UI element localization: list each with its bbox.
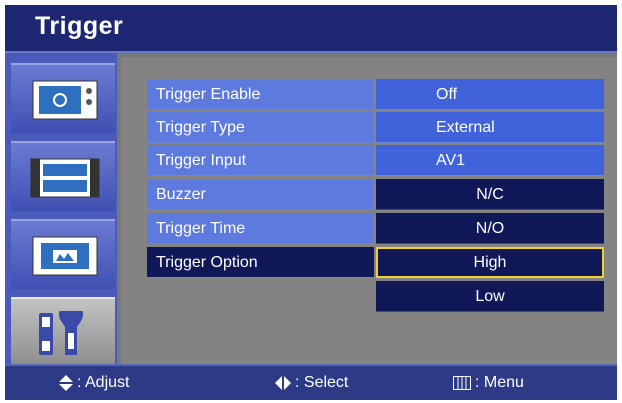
- hint-adjust-label: : Adjust: [77, 374, 130, 391]
- up-down-arrow-icon: [59, 374, 73, 391]
- menu-value[interactable]: AV1: [376, 145, 604, 176]
- hint-adjust: : Adjust: [59, 366, 129, 400]
- status-bar: : Adjust : Select : Menu: [5, 364, 617, 400]
- menu-key-icon: [453, 375, 471, 390]
- film-strip-icon: [30, 158, 100, 198]
- tools-icon: [39, 311, 83, 355]
- option-high[interactable]: High: [376, 247, 604, 278]
- sidebar: [5, 53, 117, 367]
- menu-value[interactable]: Off: [376, 79, 604, 110]
- title-bar: Trigger: [5, 5, 617, 53]
- menu-label: Trigger Enable: [147, 79, 374, 110]
- menu-row-trigger-time[interactable]: Trigger Time N/O: [147, 213, 604, 244]
- hint-menu: : Menu: [453, 366, 524, 400]
- sidebar-tab-display[interactable]: [11, 63, 115, 133]
- page-title: Trigger: [35, 12, 124, 40]
- menu-label: Trigger Input: [147, 145, 374, 176]
- menu-row-buzzer[interactable]: Buzzer N/C: [147, 179, 604, 210]
- menu-label: Trigger Type: [147, 112, 374, 143]
- sidebar-tab-picture[interactable]: [11, 219, 115, 289]
- sidebar-tab-tools[interactable]: [11, 297, 115, 367]
- menu-label-selected: Trigger Option: [147, 247, 374, 278]
- menu-row-trigger-type[interactable]: Trigger Type External: [147, 112, 604, 143]
- menu-label: Trigger Time: [147, 213, 374, 244]
- menu-row-trigger-option[interactable]: Trigger Option High: [147, 247, 604, 278]
- hint-menu-label: : Menu: [475, 374, 524, 391]
- menu-label: Buzzer: [147, 179, 374, 210]
- menu-value[interactable]: N/O: [376, 213, 604, 244]
- menu-value[interactable]: External: [376, 112, 604, 143]
- osd-window: Trigger Trigger Enable Off Trigger Type …: [5, 5, 617, 400]
- left-right-arrow-icon: [275, 375, 291, 390]
- menu-row-trigger-input[interactable]: Trigger Input AV1: [147, 145, 604, 176]
- hint-select-label: : Select: [295, 374, 349, 391]
- option-low[interactable]: Low: [376, 281, 604, 312]
- display-settings-icon: [32, 80, 98, 120]
- menu-row-option-low[interactable]: Low: [147, 281, 604, 312]
- hint-select: : Select: [275, 366, 348, 400]
- menu-row-trigger-enable[interactable]: Trigger Enable Off: [147, 79, 604, 110]
- picture-icon: [32, 236, 98, 276]
- sidebar-tab-video[interactable]: [11, 141, 115, 211]
- menu-value[interactable]: N/C: [376, 179, 604, 210]
